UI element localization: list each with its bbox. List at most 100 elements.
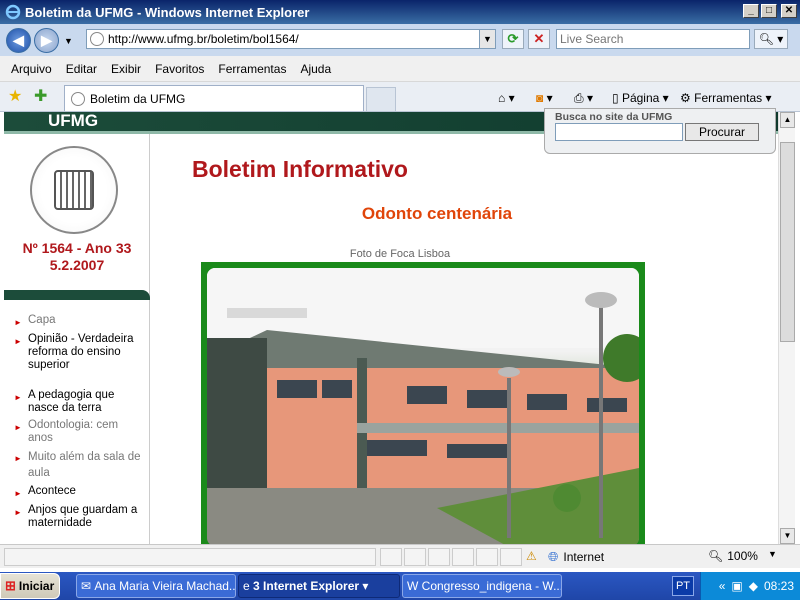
print-button[interactable]: ⎙ ▾ xyxy=(574,87,593,109)
menu-editar[interactable]: Editar xyxy=(59,62,104,76)
building-photo xyxy=(207,268,639,544)
scroll-up-icon[interactable]: ▲ xyxy=(780,112,795,128)
add-favorites-icon[interactable]: ✚ xyxy=(34,86,47,106)
menu-arquivo[interactable]: Arquivo xyxy=(4,62,59,76)
nav-item-anjos[interactable]: ► Anjos que guardam a maternidade xyxy=(14,504,146,530)
page-icon: ▯ xyxy=(612,91,619,105)
antivirus-icon[interactable]: ◆ xyxy=(749,579,758,593)
nav-item-odontologia[interactable]: ► Odontologia: cem anos xyxy=(14,419,146,445)
nav-header-bar xyxy=(4,290,150,300)
word-icon: W xyxy=(407,579,419,593)
page-menu-button[interactable]: ▯ Página ▾ xyxy=(612,87,669,109)
address-toolbar: ◀ ▶ ▼ http://www.ufmg.br/boletim/bol1564… xyxy=(0,24,800,56)
article-photo xyxy=(201,262,645,544)
zoom-level: 100% xyxy=(727,549,758,563)
start-button[interactable]: ⊞ Iniciar xyxy=(0,573,60,599)
new-tab-button[interactable] xyxy=(366,87,396,111)
site-search-input[interactable] xyxy=(555,123,683,141)
menu-ajuda[interactable]: Ajuda xyxy=(293,62,338,76)
nav-item-capa[interactable]: ► Capa xyxy=(14,314,146,329)
scroll-thumb[interactable] xyxy=(780,142,795,342)
ufmg-seal-icon xyxy=(30,146,118,234)
brand-logo-text[interactable]: UFMG xyxy=(48,112,98,130)
back-button[interactable]: ◀ xyxy=(6,28,31,53)
windows-logo-icon: ⊞ xyxy=(5,578,16,593)
task-word[interactable]: W Congresso_indigena - W... xyxy=(402,574,562,598)
bullet-icon: ► xyxy=(14,393,22,402)
live-search-input[interactable] xyxy=(556,29,750,49)
procurar-button[interactable]: Procurar xyxy=(685,123,759,141)
article-subtitle: Odonto centenária xyxy=(361,204,513,223)
menu-bar: Arquivo Editar Exibir Favoritos Ferramen… xyxy=(0,56,800,82)
vertical-scrollbar[interactable]: ▲ ▼ xyxy=(778,112,795,544)
network-icon[interactable]: ▣ xyxy=(731,579,742,593)
page-icon xyxy=(90,32,104,46)
zoom-control[interactable]: 🔍︎ 100% ▼ xyxy=(708,549,777,563)
menu-favoritos[interactable]: Favoritos xyxy=(148,62,211,76)
system-tray: « ▣ ◆ 08:23 xyxy=(700,572,800,600)
tab-title: Boletim da UFMG xyxy=(90,91,186,106)
nav-item-pedagogia[interactable]: ► A pedagogia que nasce da terra xyxy=(14,389,146,415)
status-cell xyxy=(380,548,402,566)
outlook-icon: ✉ xyxy=(81,579,92,593)
warning-icon: ⚠ xyxy=(526,549,537,563)
home-icon: ⌂ xyxy=(498,91,506,105)
status-bar: ⚠ 🌐︎ Internet 🔍︎ 100% ▼ xyxy=(0,544,800,568)
scroll-down-icon[interactable]: ▼ xyxy=(780,528,795,544)
clock[interactable]: 08:23 xyxy=(764,579,794,593)
home-button[interactable]: ⌂ ▾ xyxy=(498,87,515,109)
menu-ferramentas[interactable]: Ferramentas xyxy=(211,62,293,76)
status-cell xyxy=(452,548,474,566)
close-button[interactable]: ✕ xyxy=(781,4,797,18)
ie-icon: e xyxy=(243,579,250,593)
building-photo-drawing xyxy=(207,268,639,544)
menu-exibir[interactable]: Exibir xyxy=(104,62,148,76)
status-text-cell xyxy=(4,548,376,566)
minimize-button[interactable]: _ xyxy=(743,4,759,18)
language-indicator[interactable]: PT xyxy=(672,576,694,596)
feeds-button[interactable]: ◙ ▾ xyxy=(536,87,553,109)
stop-button[interactable]: ✕ xyxy=(528,29,550,49)
ie-logo-icon xyxy=(5,4,21,20)
site-search-label: Busca no site da UFMG xyxy=(555,111,673,123)
bullet-icon: ► xyxy=(14,508,22,517)
status-cell xyxy=(500,548,522,566)
refresh-button[interactable]: ⟳ xyxy=(502,29,524,49)
history-dropdown-icon[interactable]: ▼ xyxy=(64,36,73,46)
gear-icon: ⚙ xyxy=(680,91,691,105)
taskbar: ⊞ Iniciar ✉ Ana Maria Vieira Machad... e… xyxy=(0,572,800,600)
task-outlook[interactable]: ✉ Ana Maria Vieira Machad... xyxy=(76,574,236,598)
issue-date: 5.2.2007 xyxy=(49,257,105,273)
favorites-star-icon[interactable]: ★ xyxy=(8,86,22,106)
printer-icon: ⎙ xyxy=(574,90,584,105)
zoom-icon: 🔍︎ xyxy=(708,549,724,563)
zone-label: Internet xyxy=(563,550,605,564)
rss-icon: ◙ xyxy=(536,91,544,105)
maximize-button[interactable]: □ xyxy=(761,4,777,18)
bullet-icon: ► xyxy=(14,318,22,327)
tray-expand-icon[interactable]: « xyxy=(719,579,726,593)
address-url: http://www.ufmg.br/boletim/bol1564/ xyxy=(108,32,299,46)
title-bar: Boletim da UFMG - Windows Internet Explo… xyxy=(0,0,800,24)
nav-item-opiniao[interactable]: ► Opinião - Verdadeira reforma do ensino … xyxy=(14,333,146,372)
nav-item-sala-de-aula[interactable]: ► Muito além da sala de aula xyxy=(14,449,146,481)
window-title: Boletim da UFMG - Windows Internet Explo… xyxy=(25,4,310,20)
tools-menu-button[interactable]: ⚙ Ferramentas ▾ xyxy=(680,87,772,109)
forward-button[interactable]: ▶ xyxy=(34,28,59,53)
status-cell xyxy=(404,548,426,566)
page-title: Boletim Informativo xyxy=(192,156,408,182)
page-content: UFMG Nº 1564 - Ano 33 5.2.2007 ► Capa ► Op… xyxy=(4,112,778,544)
address-field[interactable]: http://www.ufmg.br/boletim/bol1564/ ▼ xyxy=(86,29,496,49)
tab-page-icon xyxy=(71,91,85,106)
nav-item-acontece[interactable]: ► Acontece xyxy=(14,485,146,500)
address-dropdown-icon[interactable]: ▼ xyxy=(479,30,495,48)
status-cell xyxy=(428,548,450,566)
task-internet-explorer[interactable]: e 3 Internet Explorer ▾ xyxy=(238,574,400,598)
issue-info: Nº 1564 - Ano 33 5.2.2007 xyxy=(4,240,150,274)
security-zone[interactable]: 🌐︎ Internet xyxy=(548,549,604,565)
search-button[interactable]: 🔍︎ ▾ xyxy=(754,29,788,49)
bullet-icon: ► xyxy=(14,337,22,346)
tab-boletim[interactable]: Boletim da UFMG xyxy=(64,85,364,111)
start-label: Iniciar xyxy=(18,579,55,593)
status-cell xyxy=(476,548,498,566)
